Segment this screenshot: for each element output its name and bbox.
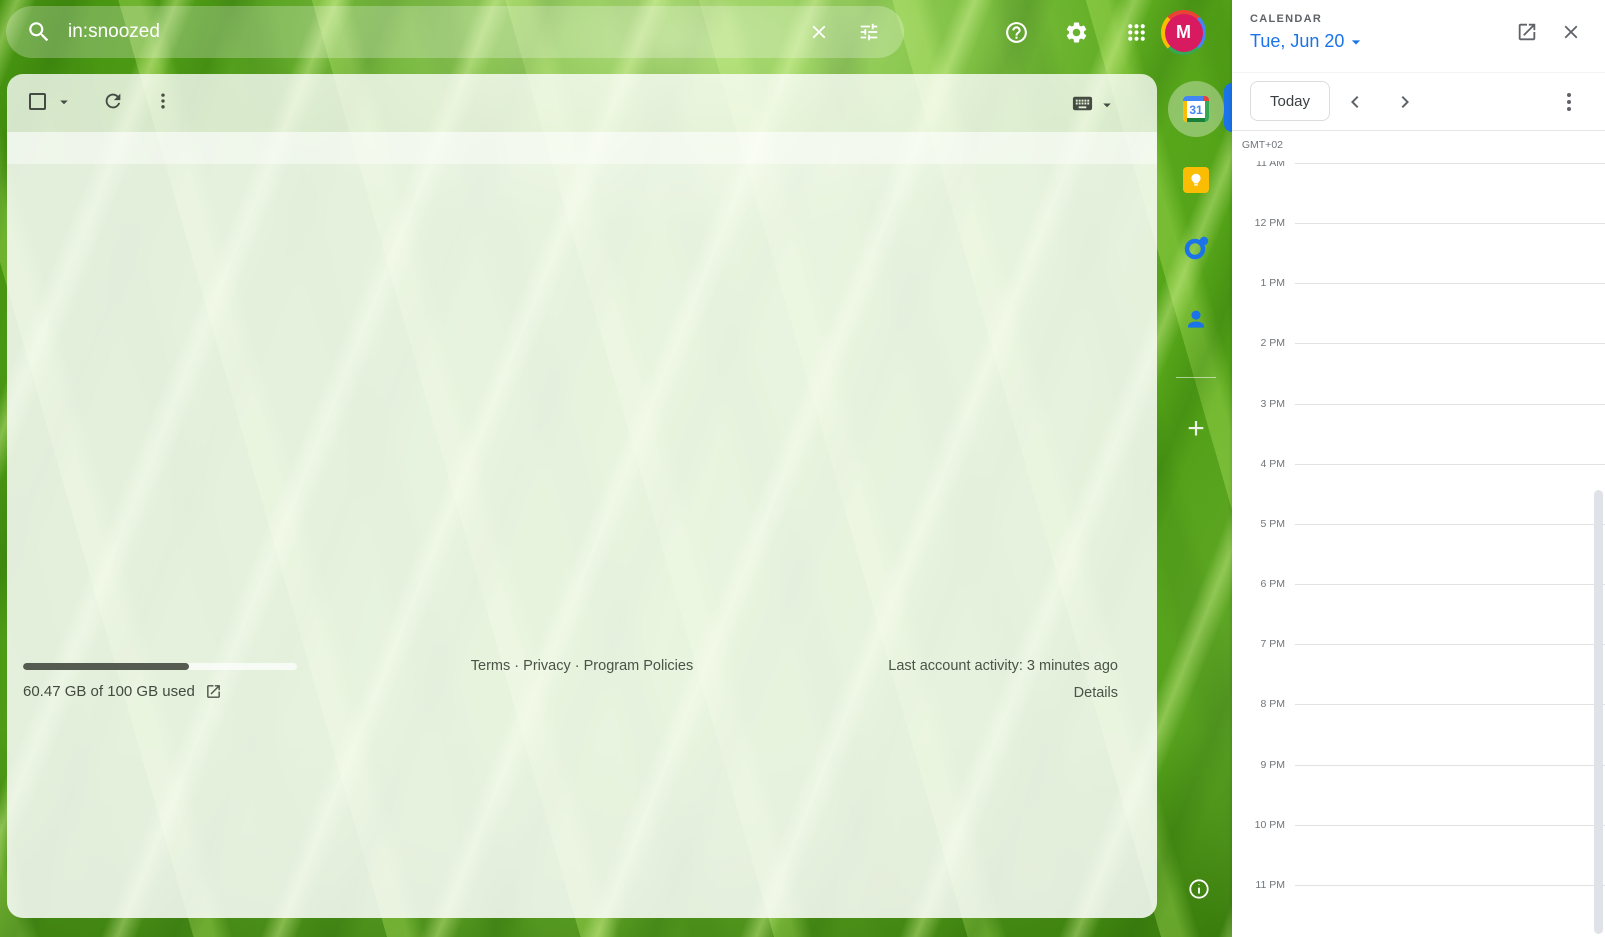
mail-content-panel: Terms · Privacy · Program Policies Last … bbox=[7, 74, 1157, 918]
next-day-chevron-icon[interactable] bbox=[1393, 90, 1417, 114]
refresh-icon[interactable] bbox=[102, 90, 124, 112]
hour-label: 12 PM bbox=[1255, 217, 1285, 229]
mail-toolbar bbox=[7, 74, 1157, 132]
search-icon[interactable] bbox=[26, 19, 52, 45]
hour-gridline bbox=[1295, 644, 1605, 645]
storage-open-in-new-icon[interactable] bbox=[205, 683, 222, 700]
hour-gridline bbox=[1295, 524, 1605, 525]
calendar-date-selector[interactable]: Tue, Jun 20 bbox=[1250, 31, 1366, 52]
empty-list-row bbox=[7, 132, 1157, 164]
date-dropdown-icon bbox=[1346, 32, 1366, 52]
hour-label: 11 AM bbox=[1256, 161, 1285, 169]
search-input[interactable] bbox=[66, 20, 808, 44]
hour-label: 6 PM bbox=[1260, 578, 1285, 590]
help-icon[interactable] bbox=[996, 12, 1036, 52]
hour-gridline bbox=[1295, 765, 1605, 766]
calendar-date-label: Tue, Jun 20 bbox=[1250, 31, 1344, 52]
avatar-initial: M bbox=[1165, 14, 1203, 52]
select-dropdown-icon[interactable] bbox=[55, 93, 73, 111]
google-apps-grid-icon[interactable] bbox=[1116, 12, 1156, 52]
side-panel-divider bbox=[1176, 377, 1216, 378]
hour-label: 7 PM bbox=[1260, 638, 1285, 650]
input-tools-dropdown-icon[interactable] bbox=[1098, 96, 1116, 114]
hour-label: 10 PM bbox=[1255, 819, 1285, 831]
hour-label: 3 PM bbox=[1260, 398, 1285, 410]
hour-gridline bbox=[1295, 404, 1605, 405]
get-addons-plus-icon[interactable]: + bbox=[1180, 413, 1212, 445]
google-tasks-icon[interactable] bbox=[1183, 235, 1209, 261]
input-tools-keyboard-icon[interactable] bbox=[1071, 92, 1094, 115]
footer-separator: · bbox=[575, 658, 580, 674]
last-account-activity: Last account activity: 3 minutes ago bbox=[888, 658, 1118, 674]
timezone-label: GMT+02 bbox=[1232, 139, 1283, 151]
storage-used-text: 60.47 GB of 100 GB used bbox=[23, 683, 195, 700]
hour-gridline bbox=[1295, 163, 1605, 164]
hour-label: 11 PM bbox=[1255, 879, 1285, 891]
hour-gridline bbox=[1295, 343, 1605, 344]
details-link[interactable]: Details bbox=[1074, 685, 1118, 701]
gmail-window: M Terms bbox=[0, 0, 1605, 937]
hour-label: 9 PM bbox=[1260, 759, 1285, 771]
info-icon[interactable] bbox=[1188, 878, 1210, 900]
hour-gridline bbox=[1295, 223, 1605, 224]
program-policies-link[interactable]: Program Policies bbox=[584, 658, 694, 674]
day-schedule-grid[interactable]: 11 AM 12 PM 1 PM 2 PM 3 PM 4 PM 5 PM 6 PM 7 PM 8 … bbox=[1232, 161, 1605, 937]
open-in-new-tab-icon[interactable] bbox=[1515, 21, 1539, 45]
hour-gridline bbox=[1295, 825, 1605, 826]
select-all-checkbox[interactable] bbox=[29, 93, 46, 110]
calendar-tile-day: 31 bbox=[1187, 101, 1205, 118]
hour-gridline bbox=[1295, 464, 1605, 465]
hour-gridline bbox=[1295, 584, 1605, 585]
calendar-scrollbar-thumb[interactable] bbox=[1594, 490, 1603, 934]
calendar-toolbar: Today bbox=[1232, 73, 1605, 131]
google-contacts-icon[interactable] bbox=[1183, 307, 1209, 333]
footer-separator: · bbox=[514, 658, 519, 674]
hour-label: 1 PM bbox=[1260, 277, 1285, 289]
previous-day-chevron-icon[interactable] bbox=[1343, 90, 1367, 114]
settings-gear-icon[interactable] bbox=[1056, 12, 1096, 52]
hour-gridline bbox=[1295, 283, 1605, 284]
google-calendar-icon[interactable]: 31 bbox=[1183, 96, 1209, 122]
close-panel-icon[interactable] bbox=[1559, 21, 1583, 45]
hour-label: 4 PM bbox=[1260, 458, 1285, 470]
account-avatar[interactable]: M bbox=[1161, 10, 1206, 55]
hour-label: 5 PM bbox=[1260, 518, 1285, 530]
hour-gridline bbox=[1295, 885, 1605, 886]
search-options-tune-icon[interactable] bbox=[858, 21, 880, 43]
terms-link[interactable]: Terms bbox=[471, 658, 510, 674]
hour-gridline bbox=[1295, 704, 1605, 705]
search-bar[interactable] bbox=[6, 6, 904, 58]
privacy-link[interactable]: Privacy bbox=[523, 658, 571, 674]
today-button[interactable]: Today bbox=[1250, 81, 1330, 121]
more-options-icon[interactable] bbox=[153, 91, 173, 111]
google-keep-icon[interactable] bbox=[1183, 167, 1209, 193]
calendar-panel-header: CALENDAR Tue, Jun 20 bbox=[1232, 0, 1605, 73]
hour-label: 2 PM bbox=[1260, 337, 1285, 349]
mail-body: Terms · Privacy · Program Policies Last … bbox=[7, 164, 1157, 918]
calendar-more-options-icon[interactable] bbox=[1557, 90, 1581, 114]
active-panel-indicator bbox=[1224, 83, 1232, 132]
hour-label: 8 PM bbox=[1260, 698, 1285, 710]
calendar-panel-title: CALENDAR bbox=[1250, 13, 1322, 25]
clear-search-icon[interactable] bbox=[808, 21, 830, 43]
calendar-panel: CALENDAR Tue, Jun 20 Today GM bbox=[1232, 0, 1605, 937]
